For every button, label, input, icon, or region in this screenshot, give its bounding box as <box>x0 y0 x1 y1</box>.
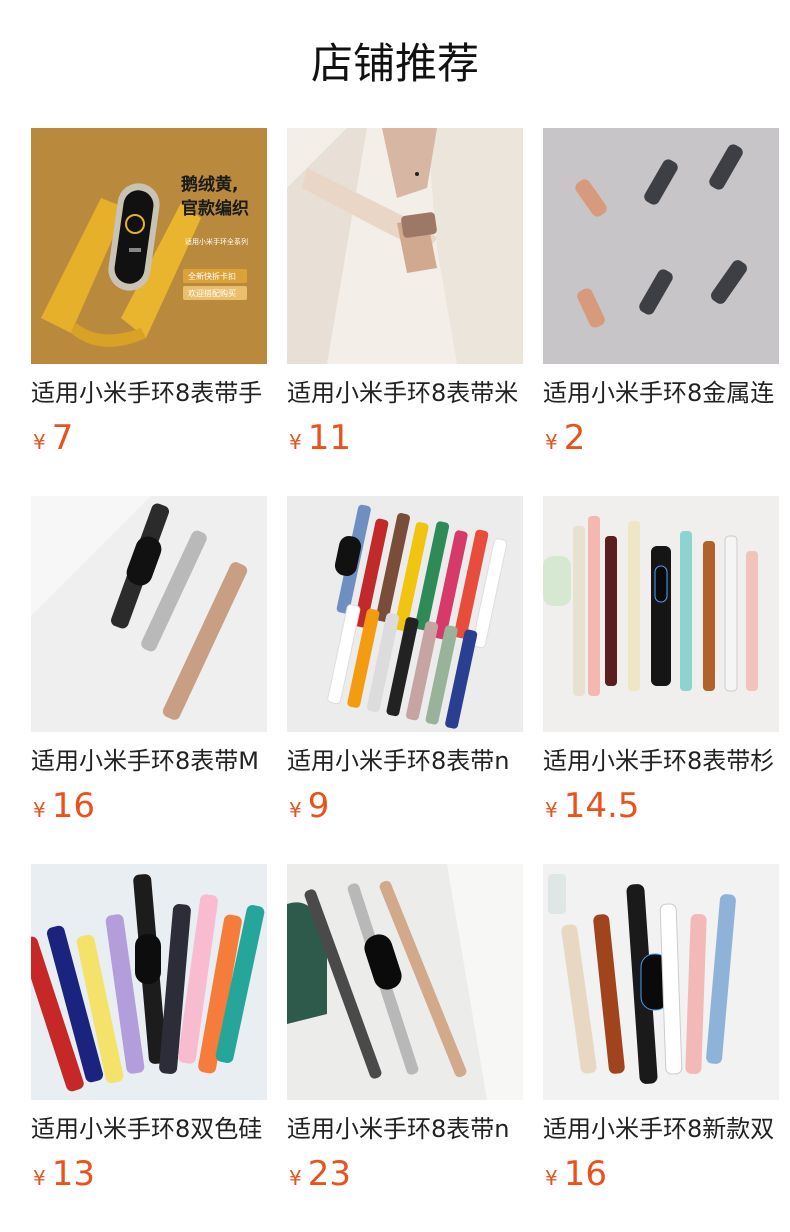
product-price: ¥16 <box>545 1154 607 1194</box>
product-image[interactable] <box>31 864 267 1100</box>
currency-symbol: ¥ <box>289 1166 302 1190</box>
currency-symbol: ¥ <box>33 1166 46 1190</box>
product-name[interactable]: 适用小米手环8表带手 <box>31 378 267 408</box>
currency-symbol: ¥ <box>33 430 46 454</box>
product-name[interactable]: 适用小米手环8表带M <box>31 746 267 776</box>
product-price: ¥9 <box>289 786 329 826</box>
product-image[interactable] <box>543 496 779 732</box>
product-image[interactable] <box>31 496 267 732</box>
currency-symbol: ¥ <box>545 798 558 822</box>
product-image[interactable]: 鹅绒黄, 官款编织 适用小米手环全系列 全新快拆卡扣 欢迎搭配购买 <box>31 128 267 364</box>
product-name[interactable]: 适用小米手环8新款双 <box>543 1114 779 1144</box>
product-name[interactable]: 适用小米手环8双色硅 <box>31 1114 267 1144</box>
overlay-line1: 鹅绒黄, <box>181 174 238 195</box>
product-image[interactable] <box>287 128 523 364</box>
product-name[interactable]: 适用小米手环8表带n <box>287 746 523 776</box>
product-image[interactable] <box>543 128 779 364</box>
product-price: ¥23 <box>289 1154 351 1194</box>
product-price: ¥2 <box>545 418 585 458</box>
currency-symbol: ¥ <box>545 430 558 454</box>
product-price: ¥11 <box>289 418 351 458</box>
product-name[interactable]: 适用小米手环8表带米 <box>287 378 523 408</box>
currency-symbol: ¥ <box>33 798 46 822</box>
product-name[interactable]: 适用小米手环8金属连 <box>543 378 779 408</box>
price-value: 11 <box>307 418 351 458</box>
product-image[interactable] <box>287 496 523 732</box>
product-price: ¥13 <box>33 1154 95 1194</box>
price-value: 9 <box>307 786 330 826</box>
product-name[interactable]: 适用小米手环8表带n <box>287 1114 523 1144</box>
product-image[interactable] <box>287 864 523 1100</box>
currency-symbol: ¥ <box>289 798 302 822</box>
currency-symbol: ¥ <box>545 1166 558 1190</box>
product-name[interactable]: 适用小米手环8表带杉 <box>543 746 779 776</box>
price-value: 16 <box>563 1154 607 1194</box>
price-value: 2 <box>563 418 586 458</box>
price-value: 16 <box>51 786 95 826</box>
section-title: 店铺推荐 <box>310 39 479 88</box>
overlay-tag3: 欢迎搭配购买 <box>188 288 236 298</box>
overlay-line2: 官款编织 <box>181 198 249 219</box>
product-price: ¥14.5 <box>545 786 639 826</box>
product-price: ¥7 <box>33 418 73 458</box>
product-price: ¥16 <box>33 786 95 826</box>
overlay-tag2: 全新快拆卡扣 <box>188 271 236 281</box>
price-value: 13 <box>51 1154 95 1194</box>
overlay-tag1: 适用小米手环全系列 <box>185 237 248 246</box>
price-value: 23 <box>307 1154 351 1194</box>
price-value: 7 <box>51 418 74 458</box>
price-value: 14.5 <box>563 786 640 826</box>
product-image[interactable] <box>543 864 779 1100</box>
currency-symbol: ¥ <box>289 430 302 454</box>
